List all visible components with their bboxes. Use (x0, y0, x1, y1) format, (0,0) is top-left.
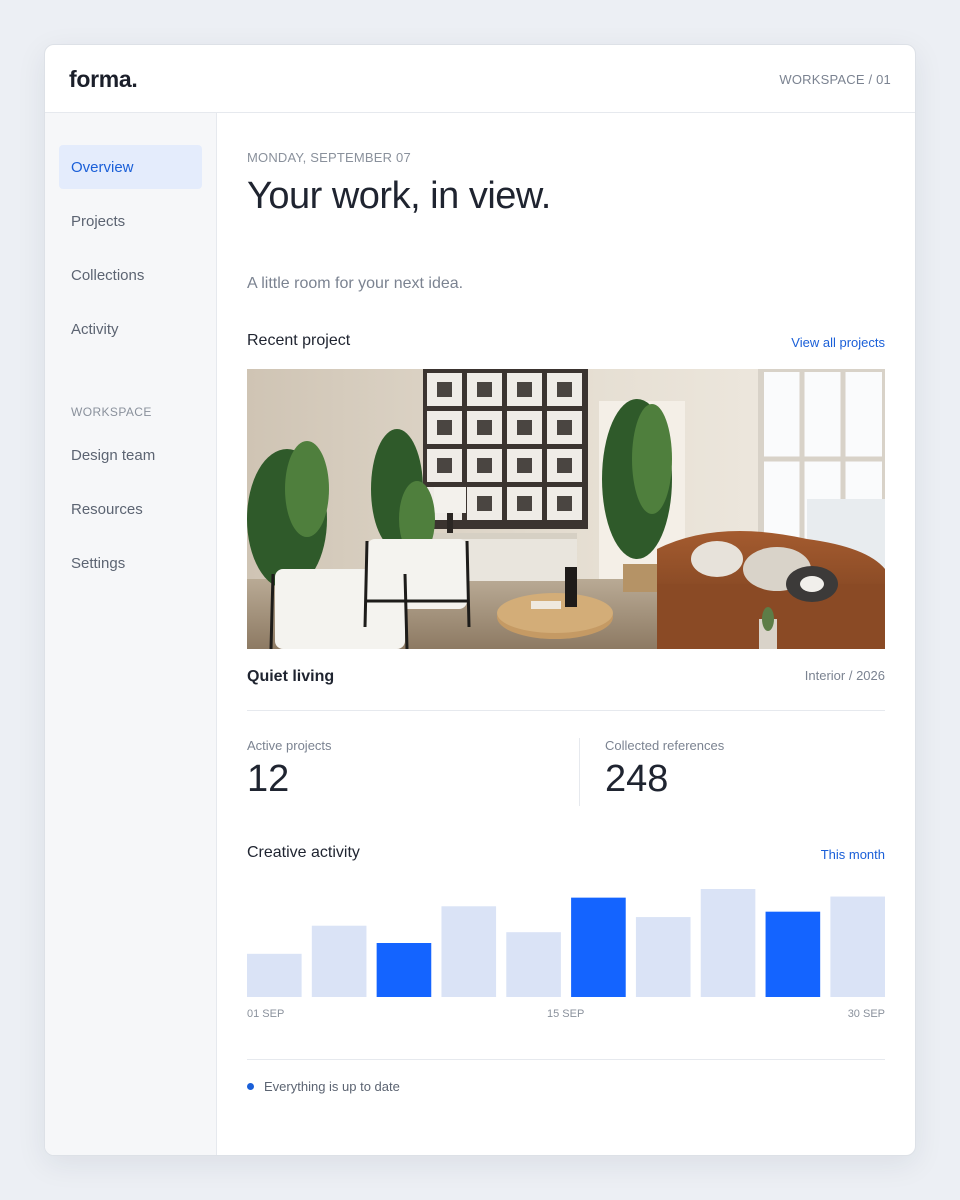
x-tick-label: 15 SEP (547, 1008, 585, 1020)
project-name[interactable]: Quiet living (247, 668, 334, 686)
divider (247, 1059, 885, 1060)
sidebar-item-design-team[interactable]: Design team (59, 433, 202, 477)
x-tick-label: 30 SEP (847, 1008, 885, 1020)
project-meta: Interior / 2026 (804, 668, 885, 683)
page-title: Your work, in view. (247, 175, 551, 217)
status-text: Everything is up to date (264, 1079, 400, 1094)
stat-active-projects: Active projects 12 (247, 738, 332, 801)
date-label: MONDAY, SEPTEMBER 07 (247, 150, 411, 165)
app-window: forma. WORKSPACE / 01 Overview Projects … (44, 44, 916, 1156)
stat-value: 12 (247, 758, 290, 800)
status-dot-icon (247, 1083, 254, 1090)
stat-label: Collected references (605, 738, 725, 753)
chart-bar (765, 911, 821, 997)
sidebar-item-overview[interactable]: Overview (59, 145, 202, 189)
workspace-indicator: WORKSPACE / 01 (779, 72, 891, 87)
interior-photo (247, 369, 885, 649)
chart-bar (311, 925, 367, 997)
logo[interactable]: forma. (69, 66, 138, 93)
project-image[interactable] (247, 369, 885, 649)
page-subtitle: A little room for your next idea. (247, 275, 464, 292)
chart-bar (700, 889, 756, 997)
chart-bar (635, 917, 691, 997)
sidebar-item-settings[interactable]: Settings (59, 541, 202, 585)
chart-bar (247, 953, 302, 997)
divider (247, 710, 885, 711)
sidebar-section-label: WORKSPACE (71, 405, 152, 419)
stat-value: 248 (605, 758, 669, 800)
chart-bar (441, 906, 497, 997)
x-tick-label: 01 SEP (247, 1008, 285, 1020)
top-bar: forma. WORKSPACE / 01 (45, 45, 915, 113)
recent-project-title: Recent project (247, 332, 351, 349)
stat-divider (579, 738, 580, 806)
sidebar-item-collections[interactable]: Collections (59, 253, 202, 297)
sidebar-item-resources[interactable]: Resources (59, 487, 202, 531)
this-month-link[interactable]: This month (821, 847, 885, 862)
sidebar-item-projects[interactable]: Projects (59, 199, 202, 243)
creative-activity-title: Creative activity (247, 844, 360, 861)
chart-bar (571, 897, 626, 997)
stat-collected-references: Collected references 248 (605, 738, 724, 801)
sidebar: Overview Projects Collections Activity W… (45, 113, 217, 1155)
chart-bar (506, 932, 561, 997)
sync-status: Everything is up to date (247, 1079, 400, 1094)
stat-label: Active projects (247, 738, 332, 753)
view-all-projects-link[interactable]: View all projects (791, 335, 885, 350)
chart-bar (830, 896, 885, 997)
chart-bar (376, 943, 432, 997)
sidebar-item-activity[interactable]: Activity (59, 307, 202, 351)
activity-bar-chart (247, 889, 885, 997)
